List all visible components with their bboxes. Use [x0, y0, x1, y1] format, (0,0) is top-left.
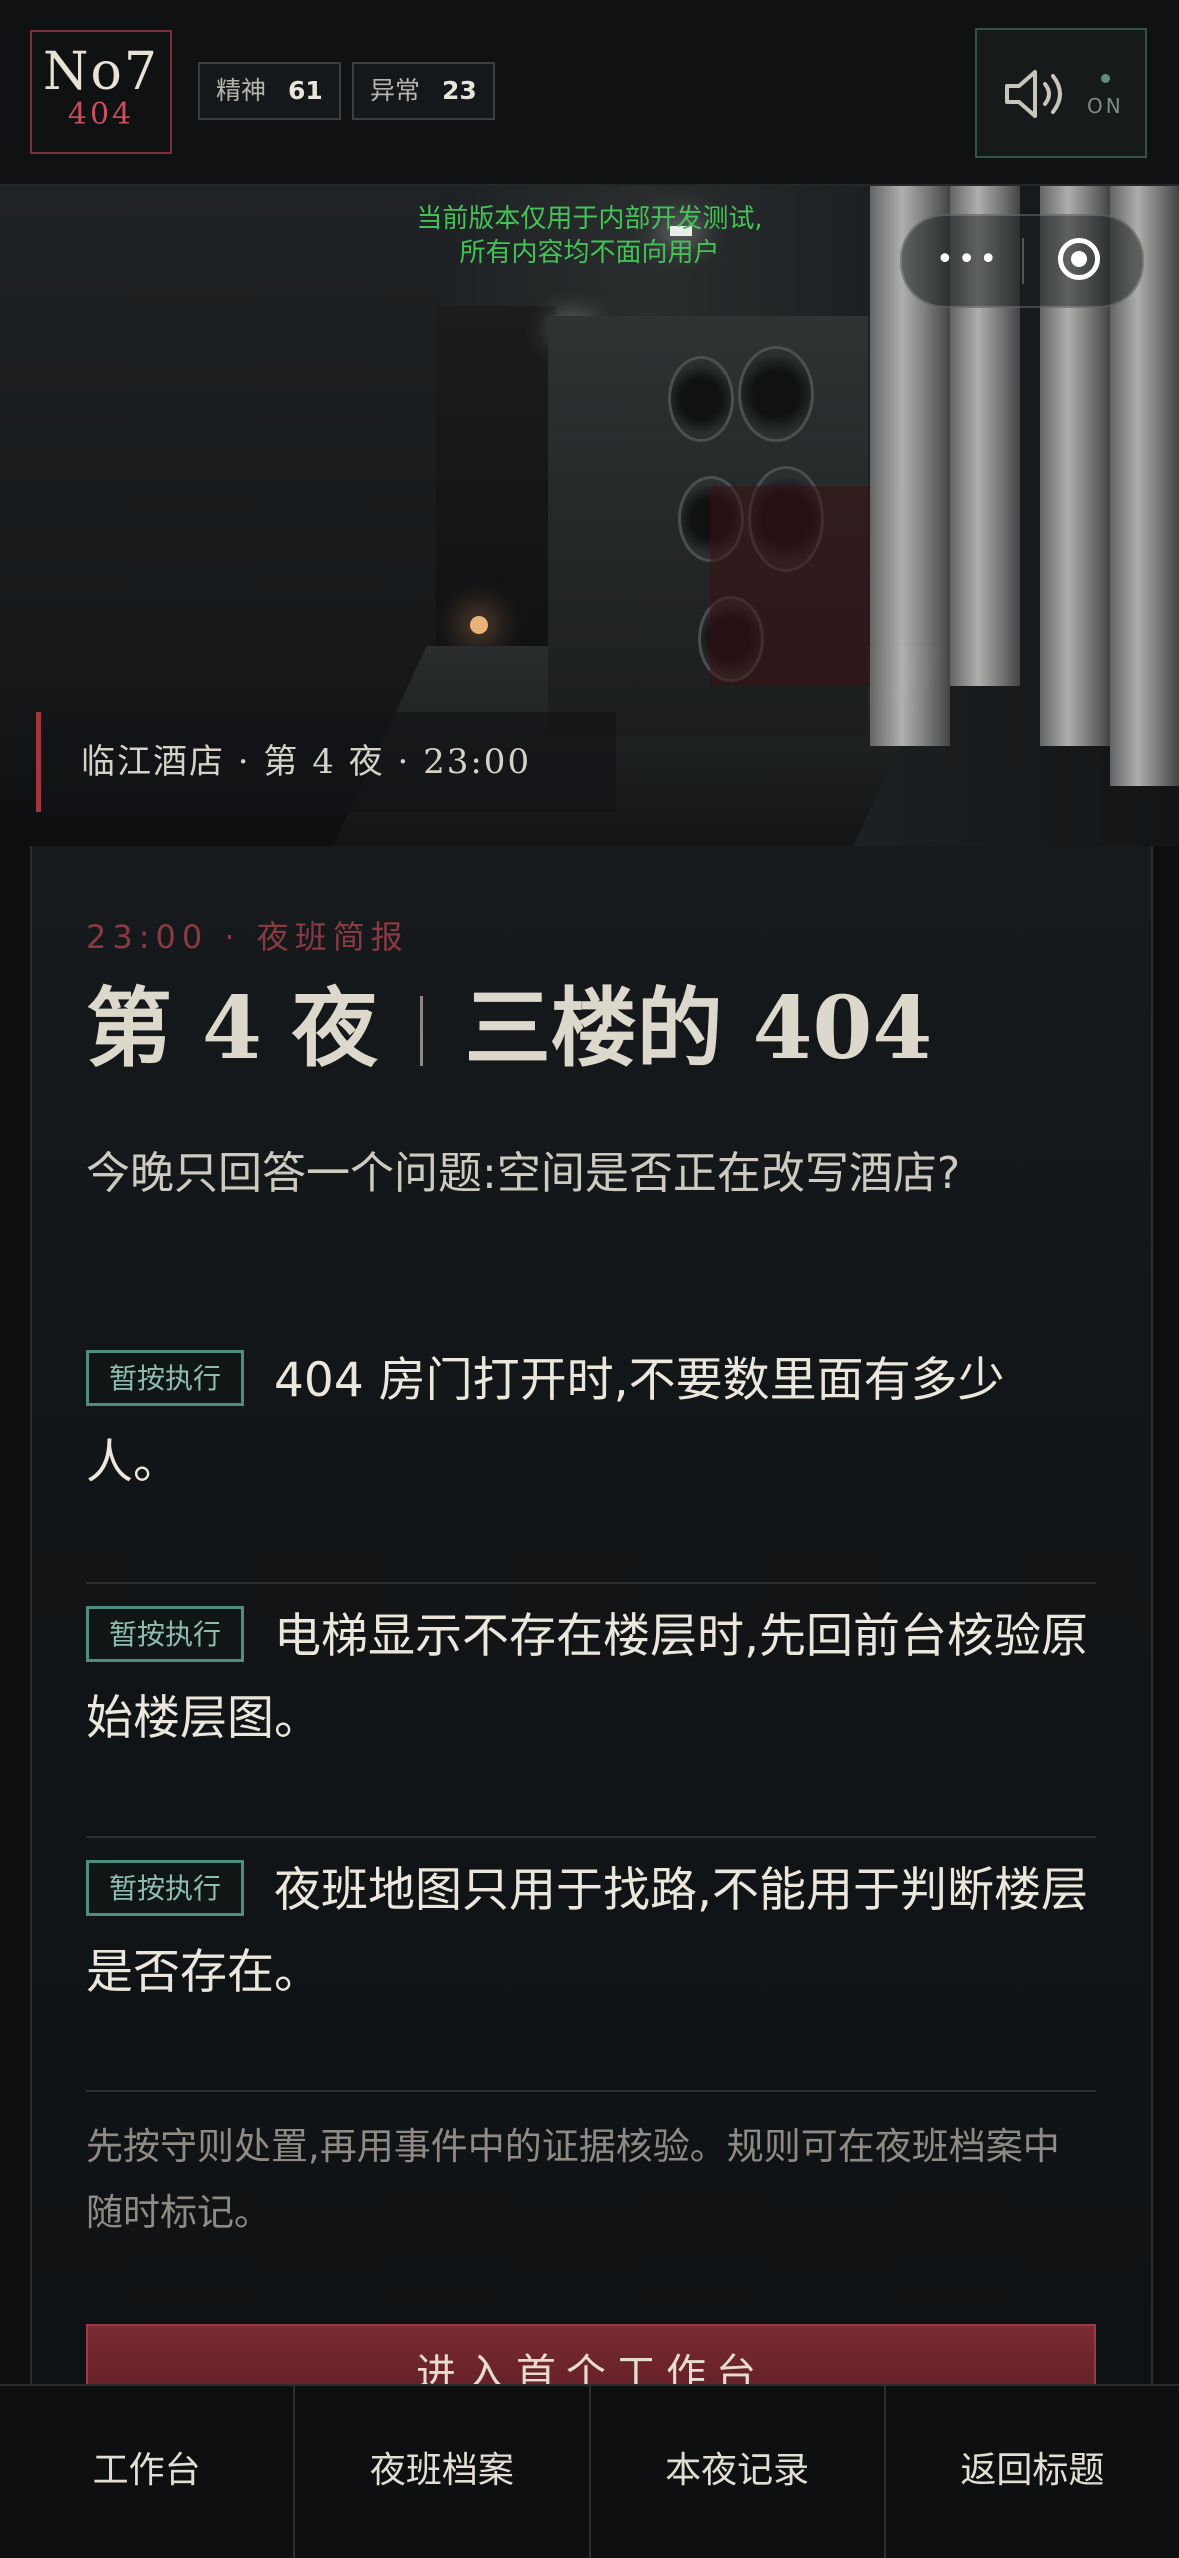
title-divider [419, 996, 423, 1066]
rule-status-badge: 暂按执行 [86, 1606, 245, 1662]
title-room: 三楼的 404 [464, 978, 933, 1079]
speaker-icon [1005, 70, 1062, 118]
anomaly-stat: 异常 23 [352, 62, 495, 120]
nav-workbench[interactable]: 工作台 [0, 2386, 296, 2558]
game-logo: No7 404 [30, 30, 172, 154]
nav-night-log[interactable]: 本夜记录 [591, 2386, 886, 2558]
briefing-question: 今晚只回答一个问题:空间是否正在改写酒店? [86, 1148, 961, 1199]
sound-state-label: ON [1087, 94, 1124, 118]
target-icon[interactable] [1058, 238, 1100, 280]
night-briefing-panel: 23:00 · 夜班简报 第 4 夜三楼的 404 今晚只回答一个问题:空间是否… [30, 846, 1153, 2424]
title-night: 第 4 夜 [86, 978, 378, 1079]
logo-room: 404 [67, 97, 135, 132]
nav-night-archive[interactable]: 夜班档案 [295, 2386, 591, 2558]
rule-item: 暂按执行 电梯显示不存在楼层时,先回前台核验原始楼层图。 [86, 1582, 1096, 1838]
sanity-value: 61 [288, 76, 323, 105]
sanity-label: 精神 [216, 76, 267, 105]
rule-item: 暂按执行 夜班地图只用于找路,不能用于判断楼层是否存在。 [86, 1836, 1096, 2092]
sanity-stat: 精神 61 [198, 62, 341, 120]
rule-item: 暂按执行 404 房门打开时,不要数里面有多少人。 [86, 1326, 1096, 1584]
rule-status-badge: 暂按执行 [86, 1860, 245, 1916]
bottom-nav: 工作台 夜班档案 本夜记录 返回标题 [0, 2384, 1179, 2558]
sound-indicator-dot [1101, 74, 1110, 83]
anomaly-value: 23 [442, 76, 477, 105]
page-title: 第 4 夜三楼的 404 [86, 974, 932, 1084]
more-dots-icon[interactable]: ••• [936, 245, 1001, 275]
briefing-kicker: 23:00 · 夜班简报 [86, 918, 409, 956]
logo-number: No7 [43, 42, 159, 102]
briefing-footnote: 先按守则处置,再用事件中的证据核验。规则可在夜班档案中随时标记。 [86, 2125, 1060, 2234]
top-bar: No7 404 精神 61 异常 23 ON [0, 0, 1179, 186]
nav-back-to-title[interactable]: 返回标题 [886, 2386, 1179, 2558]
mini-program-capsule: ••• [900, 214, 1144, 308]
location-caption: 临江酒店 · 第 4 夜 · 23:00 [36, 712, 616, 812]
anomaly-label: 异常 [370, 76, 421, 105]
rule-status-badge: 暂按执行 [86, 1350, 245, 1406]
sound-toggle-button[interactable]: ON [975, 28, 1147, 158]
